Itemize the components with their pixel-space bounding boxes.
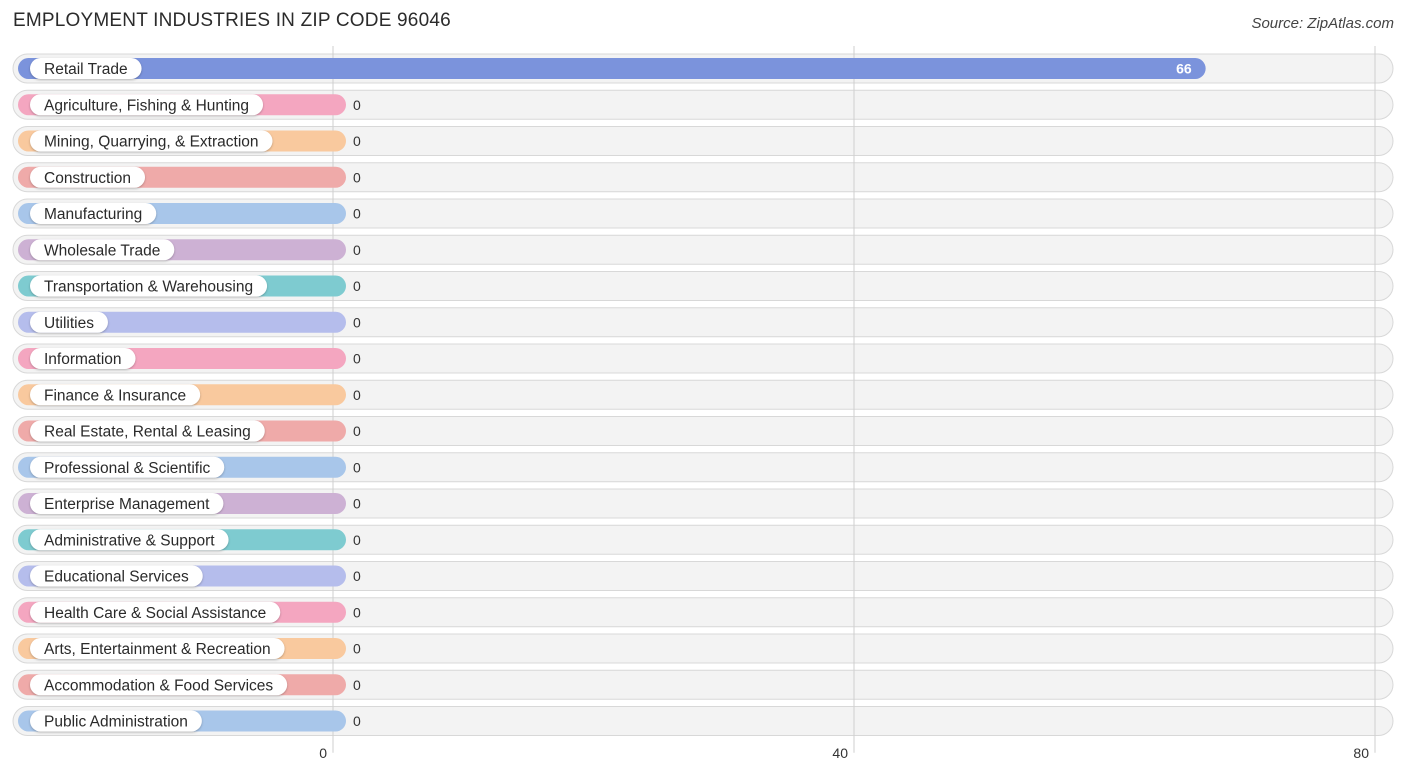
category-label: Administrative & Support [44,532,215,549]
category-label: Health Care & Social Assistance [44,605,266,622]
bar-group[interactable]: Administrative & Support 0 [18,529,361,551]
bar-group[interactable]: Finance & Insurance 0 [18,384,361,406]
category-label: Agriculture, Fishing & Hunting [44,97,249,114]
value-label: 0 [353,423,361,439]
bar-chart: Retail Trade 66 Agriculture, Fishing & Hun… [12,46,1394,761]
bar-group[interactable]: Arts, Entertainment & Recreation 0 [18,638,361,659]
category-label: Wholesale Trade [44,242,160,259]
category-label: Information [44,351,122,368]
bar-group[interactable]: Public Administration 0 [18,710,361,732]
bar-group[interactable]: Health Care & Social Assistance 0 [18,601,361,623]
value-label: 0 [353,387,361,403]
bar-group[interactable]: Information 0 [18,348,361,369]
value-label: 0 [353,314,361,330]
bar-group[interactable]: Accommodation & Food Services 0 [18,674,361,696]
category-label: Manufacturing [44,206,142,223]
value-label: 0 [353,604,361,620]
category-label: Utilities [44,315,94,332]
bar-group[interactable]: Mining, Quarrying, & Extraction 0 [18,130,361,152]
bar-group[interactable]: Agriculture, Fishing & Hunting 0 [18,94,361,116]
bar-group[interactable]: Manufacturing 0 [18,203,361,224]
bar-group[interactable]: Wholesale Trade 0 [18,239,361,261]
value-label: 0 [353,351,361,367]
category-label: Professional & Scientific [44,460,211,477]
value-label: 0 [353,568,361,584]
bar-group[interactable]: Educational Services 0 [18,565,361,587]
bar-group[interactable]: Professional & Scientific 0 [18,456,361,478]
category-label: Real Estate, Rental & Leasing [44,424,251,441]
bar-group[interactable]: Transportation & Warehousing 0 [18,275,361,297]
value-label: 0 [353,532,361,548]
value-label: 0 [353,496,361,512]
category-label: Public Administration [44,714,188,731]
bar[interactable] [18,58,1206,79]
category-label: Transportation & Warehousing [44,279,253,296]
category-label: Educational Services [44,569,189,586]
bar-group[interactable]: Utilities 0 [18,311,361,333]
x-tick-label: 0 [319,745,327,761]
value-label: 0 [353,459,361,475]
value-label: 0 [353,206,361,222]
value-label: 0 [353,97,361,113]
category-label: Construction [44,170,131,187]
value-label: 0 [353,242,361,258]
value-label: 0 [353,169,361,185]
bar-group[interactable]: Enterprise Management 0 [18,493,361,514]
x-tick-label: 80 [1353,745,1369,761]
value-label: 0 [353,713,361,729]
category-label: Accommodation & Food Services [44,677,273,694]
bar-group[interactable]: Real Estate, Rental & Leasing 0 [18,420,361,442]
value-label: 0 [353,278,361,294]
category-label: Retail Trade [44,61,128,78]
category-label: Finance & Insurance [44,387,186,404]
bar-group[interactable]: Construction 0 [18,166,361,188]
category-label: Mining, Quarrying, & Extraction [44,134,259,151]
bar-group[interactable]: Retail Trade 66 [18,58,1206,79]
value-label: 0 [353,677,361,693]
category-label: Enterprise Management [44,496,210,513]
value-label: 0 [353,641,361,657]
category-label: Arts, Entertainment & Recreation [44,641,271,658]
value-label: 66 [1176,61,1192,77]
x-tick-label: 40 [832,745,848,761]
value-label: 0 [353,133,361,149]
